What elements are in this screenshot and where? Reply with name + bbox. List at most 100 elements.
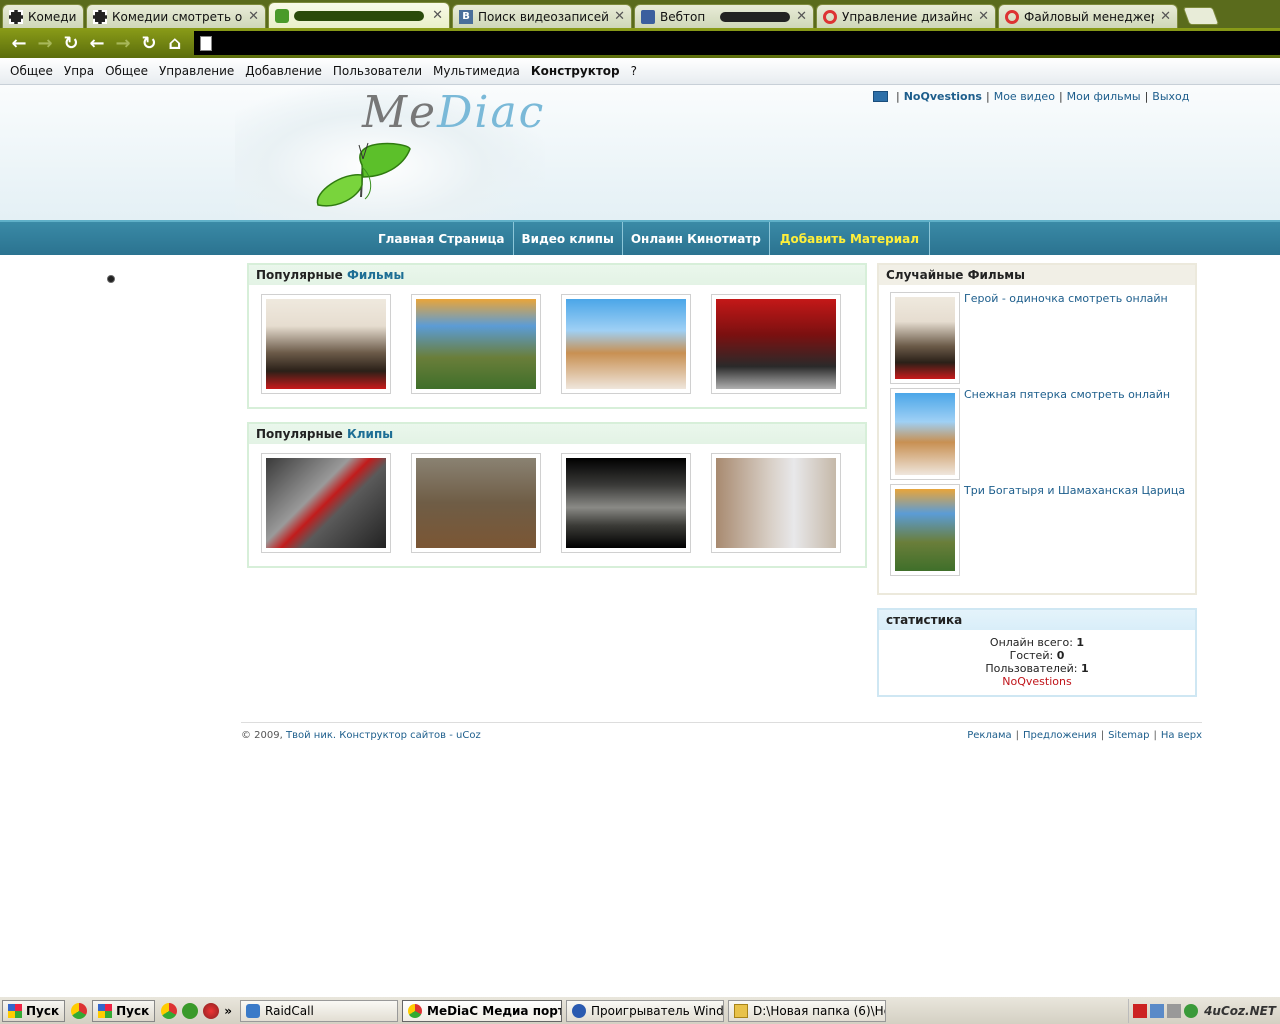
browser-tab-7[interactable]: Файловый менеджер - Па ✕ <box>998 4 1178 28</box>
film-poster-image <box>895 297 955 379</box>
logout-link[interactable]: Выход <box>1152 90 1189 103</box>
media-icon[interactable] <box>203 1002 220 1019</box>
footer-top-link[interactable]: На верх <box>1161 730 1202 741</box>
tab-title: Вебтоп <box>660 9 706 24</box>
reload-icon[interactable]: ↻ <box>58 31 84 55</box>
home-icon[interactable]: ⌂ <box>162 31 188 55</box>
footer-ucoz-link[interactable]: Конструктор сайтов - uCoz <box>339 730 480 741</box>
my-video-link[interactable]: Мое видео <box>994 90 1055 103</box>
separator: | <box>1144 90 1149 103</box>
close-tab-icon[interactable]: ✕ <box>614 9 625 24</box>
clip-preview-image <box>266 458 386 548</box>
block-title-highlight[interactable]: Клипы <box>347 427 393 441</box>
reload-icon[interactable]: ↻ <box>136 31 162 55</box>
random-film-thumbnail[interactable] <box>890 388 960 480</box>
start-button[interactable]: Пуск <box>2 999 66 1022</box>
speaker-icon[interactable] <box>1133 1003 1148 1018</box>
back-arrow-icon[interactable]: ← <box>84 31 110 55</box>
popular-films-header: Популярные Фильмы <box>249 265 865 285</box>
admin-menu-item[interactable]: Общее <box>10 64 53 78</box>
clip-thumbnail[interactable] <box>261 453 391 553</box>
browser-tab-6[interactable]: Управление дизайном - П ✕ <box>816 4 996 28</box>
online-count: 1 <box>1076 636 1085 649</box>
site-logo[interactable]: MeDiac <box>362 87 545 138</box>
nav-add-material[interactable]: Добавить Материал <box>770 222 930 255</box>
close-tab-icon[interactable]: ✕ <box>248 9 259 24</box>
address-bar[interactable] <box>194 31 1280 55</box>
utorrent-icon[interactable] <box>182 1002 199 1019</box>
user-nick-link[interactable]: NoQvestions <box>904 90 982 103</box>
admin-menu-bar: Общее Упра Общее Управление Добавление П… <box>0 58 1280 85</box>
random-film-thumbnail[interactable] <box>890 484 960 576</box>
nav-home[interactable]: Главная Страница <box>370 222 514 255</box>
online-user-link[interactable]: NoQvestions <box>879 675 1195 688</box>
logo-text-part1: Me <box>362 87 438 138</box>
browser-tab-4[interactable]: B Поиск видеозаписей по за ✕ <box>452 4 632 28</box>
new-tab-button[interactable] <box>1182 7 1220 25</box>
separator: | <box>1015 730 1020 741</box>
my-films-link[interactable]: Мои фильмы <box>1067 90 1141 103</box>
film-poster-image <box>566 299 686 389</box>
close-tab-icon[interactable]: ✕ <box>978 9 989 24</box>
close-tab-icon[interactable]: ✕ <box>1160 9 1171 24</box>
film-thumbnail[interactable] <box>711 294 841 394</box>
taskbar-button-label: MeDiaC Медиа портал... <box>427 1003 563 1018</box>
network-icon[interactable] <box>1150 1003 1165 1018</box>
admin-menu-item[interactable]: Управление <box>159 64 234 78</box>
footer-sitemap-link[interactable]: Sitemap <box>1108 730 1149 741</box>
random-film-link[interactable]: Три Богатыря и Шамаханская Царица <box>964 484 1185 573</box>
close-tab-icon[interactable]: ✕ <box>432 8 443 23</box>
volume-icon[interactable] <box>1167 1003 1182 1018</box>
vk-icon: B <box>459 9 473 24</box>
redacted-site-icon <box>275 8 289 23</box>
admin-menu-item[interactable]: Мультимедиа <box>433 64 520 78</box>
ucoz-icon <box>823 9 837 24</box>
nav-video-clips[interactable]: Видео клипы <box>514 222 623 255</box>
footer-nick-link[interactable]: Твой ник. <box>286 730 336 741</box>
admin-menu-item[interactable]: Общее <box>105 64 148 78</box>
film-thumbnail[interactable] <box>261 294 391 394</box>
admin-menu-help[interactable]: ? <box>631 64 637 78</box>
browser-tab-1[interactable]: Комедии, <box>2 4 84 28</box>
admin-menu-item[interactable]: Упра <box>64 64 94 78</box>
back-arrow-icon[interactable]: ← <box>6 31 32 55</box>
copyright-text: © 2009, <box>241 730 283 741</box>
taskbar-button-folder[interactable]: D:\Новая папка (6)\Нов... <box>728 999 887 1022</box>
start-button[interactable]: Пуск <box>92 999 156 1022</box>
tab-title: Комедии смотреть онлайн <box>112 9 243 24</box>
popular-films-block: Популярные Фильмы <box>247 263 867 409</box>
taskbar-button-media-player[interactable]: Проигрыватель Windo... <box>566 999 725 1022</box>
quicklaunch-more-icon[interactable]: » <box>224 1004 232 1018</box>
random-film-link[interactable]: Герой - одиночка смотреть онлайн <box>964 292 1168 381</box>
tab-title: Файловый менеджер - Па <box>1024 9 1155 24</box>
chrome-icon <box>408 1003 423 1018</box>
footer-ads-link[interactable]: Реклама <box>967 730 1011 741</box>
chrome-icon[interactable] <box>71 1002 88 1019</box>
close-tab-icon[interactable]: ✕ <box>796 9 807 24</box>
film-thumbnail[interactable] <box>411 294 541 394</box>
browser-tab-5[interactable]: Вебтоп ✕ <box>634 4 814 28</box>
browser-tab-2[interactable]: Комедии смотреть онлайн ✕ <box>86 4 266 28</box>
security-icon[interactable] <box>1184 1003 1199 1018</box>
forward-arrow-icon[interactable]: → <box>110 31 136 55</box>
forward-arrow-icon[interactable]: → <box>32 31 58 55</box>
footer-suggestions-link[interactable]: Предложения <box>1023 730 1097 741</box>
nav-online-cinema[interactable]: Онлаин Кинотиатр <box>623 222 770 255</box>
taskbar-button-chrome[interactable]: MeDiaC Медиа портал... <box>402 999 563 1022</box>
clip-thumbnail[interactable] <box>411 453 541 553</box>
browser-tab-3-active[interactable]: ✕ <box>268 2 450 28</box>
tab-title-redacted <box>720 11 791 22</box>
random-film-link[interactable]: Снежная пятерка смотреть онлайн <box>964 388 1170 477</box>
separator: | <box>1153 730 1157 741</box>
admin-menu-item-constructor[interactable]: Конструктор <box>531 64 620 78</box>
block-title-highlight[interactable]: Фильмы <box>347 268 404 282</box>
random-film-thumbnail[interactable] <box>890 292 960 384</box>
clip-thumbnail[interactable] <box>711 453 841 553</box>
film-thumbnail[interactable] <box>561 294 691 394</box>
mail-icon[interactable] <box>873 91 888 102</box>
chrome-icon[interactable] <box>161 1002 178 1019</box>
clip-thumbnail[interactable] <box>561 453 691 553</box>
taskbar-button-raidcall[interactable]: RaidCall <box>240 999 399 1022</box>
admin-menu-item[interactable]: Пользователи <box>333 64 422 78</box>
admin-menu-item[interactable]: Добавление <box>245 64 322 78</box>
